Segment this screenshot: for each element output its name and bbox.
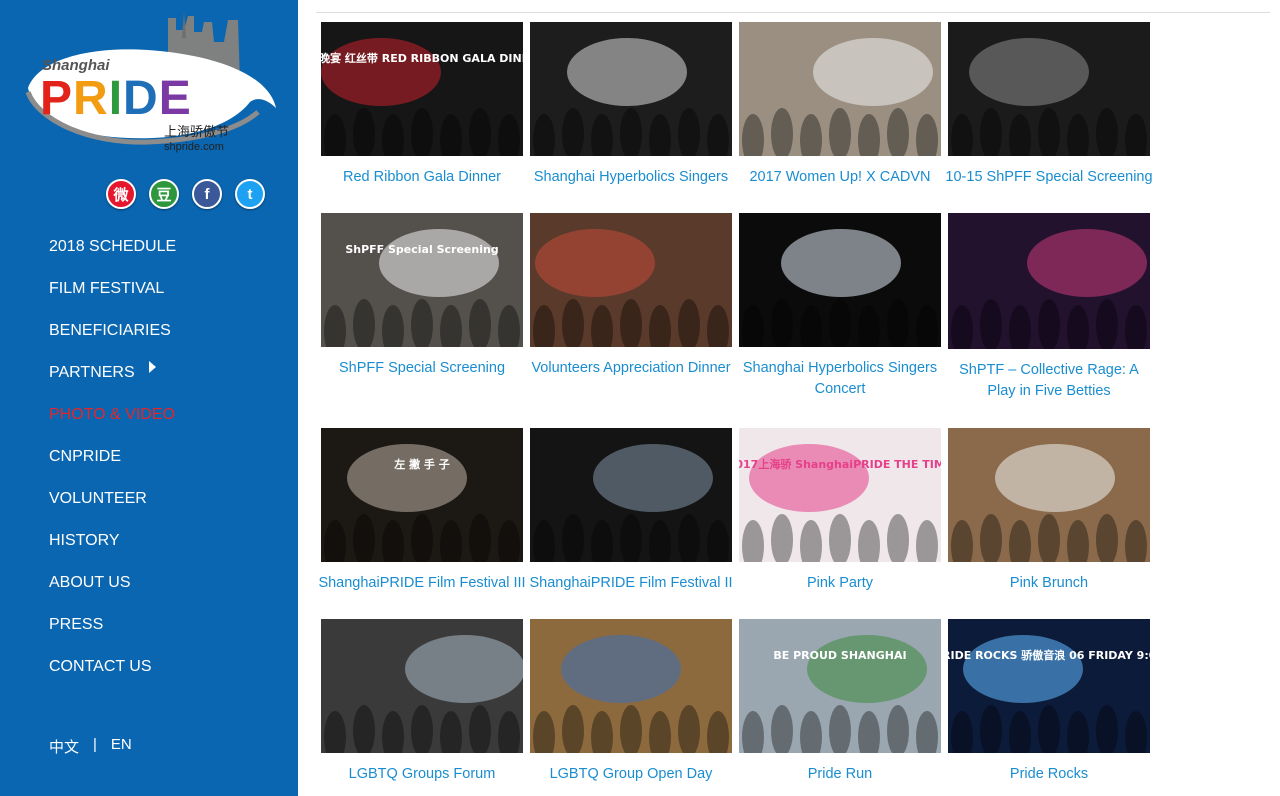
gallery-item[interactable]: PRIDE ROCKS 骄傲音浪 06 FRIDAY 9:00 Pride Roc… xyxy=(948,619,1150,785)
nav-item-label: CONTACT US xyxy=(49,658,152,675)
nav-item-cnpride[interactable]: CNPRIDE xyxy=(49,442,176,484)
gallery-thumbnail[interactable] xyxy=(530,619,732,753)
nav-item-label: 2018 SCHEDULE xyxy=(49,238,177,255)
gallery-item[interactable]: Shanghai Hyperbolics Singers Concert xyxy=(739,213,941,400)
gallery-item[interactable]: 2017 Women Up! X CADVN xyxy=(739,22,941,188)
gallery-thumbnail[interactable]: BE PROUD SHANGHAI xyxy=(739,619,941,753)
thumbnail-overlay-text: BE PROUD SHANGHAI xyxy=(773,649,906,662)
gallery-item[interactable]: 慈善晚宴 红丝带 RED RIBBON GALA DINNER Red Ribbo… xyxy=(321,22,523,188)
gallery-item[interactable]: LGBTQ Groups Forum xyxy=(321,619,523,785)
gallery-thumbnail[interactable]: ShPFF Special Screening xyxy=(321,213,523,347)
gallery-item[interactable]: ShPFF Special Screening ShPFF Special Scr… xyxy=(321,213,523,379)
nav-item-contact-us[interactable]: CONTACT US xyxy=(49,652,176,694)
gallery-item[interactable]: 10-15 ShPFF Special Screening xyxy=(945,22,1153,188)
nav-item-press[interactable]: PRESS xyxy=(49,610,176,652)
main-content: 慈善晚宴 红丝带 RED RIBBON GALA DINNER Red Ribbo… xyxy=(298,0,1280,796)
nav-item-about-us[interactable]: ABOUT US xyxy=(49,568,176,610)
gallery-thumbnail[interactable] xyxy=(530,22,732,156)
gallery-item[interactable]: ShPTF – Collective Rage: A Play in Five … xyxy=(948,213,1150,402)
nav-item-label: BENEFICIARIES xyxy=(49,322,171,339)
gallery-caption-link[interactable]: ShanghaiPRIDE Film Festival II xyxy=(524,573,738,594)
douban-icon[interactable]: 豆 xyxy=(149,179,179,209)
gallery-caption-link[interactable]: LGBTQ Group Open Day xyxy=(530,764,732,785)
gallery-item[interactable]: LGBTQ Group Open Day xyxy=(530,619,732,785)
gallery-item[interactable]: Shanghai Hyperbolics Singers xyxy=(530,22,732,188)
svg-text:上海骄傲节: 上海骄傲节 xyxy=(164,125,229,140)
gallery-caption-link[interactable]: Pink Party xyxy=(739,573,941,594)
gallery-thumbnail[interactable] xyxy=(321,619,523,753)
svg-text:shpride.com: shpride.com xyxy=(164,141,224,153)
svg-text:PRIDE: PRIDE xyxy=(40,72,192,125)
lang-zh-link[interactable]: 中文 xyxy=(49,736,79,757)
gallery-caption-link[interactable]: LGBTQ Groups Forum xyxy=(321,764,523,785)
gallery-caption-link[interactable]: Pride Run xyxy=(739,764,941,785)
gallery-item[interactable]: Pink Brunch xyxy=(948,428,1150,594)
gallery-caption-link[interactable]: ShanghaiPRIDE Film Festival III xyxy=(315,573,529,594)
gallery-thumbnail[interactable]: 慈善晚宴 红丝带 RED RIBBON GALA DINNER xyxy=(321,22,523,156)
nav-item-label: ABOUT US xyxy=(49,574,131,591)
gallery-caption-link[interactable]: Red Ribbon Gala Dinner xyxy=(321,167,523,188)
gallery-caption-link[interactable]: Shanghai Hyperbolics Singers xyxy=(530,167,732,188)
nav-item-label: FILM FESTIVAL xyxy=(49,280,165,297)
thumbnail-overlay-text: 2017上海骄 ShanghaiPRIDE THE TIME xyxy=(739,457,941,471)
facebook-icon[interactable]: f xyxy=(192,179,222,209)
gallery-caption-link[interactable]: ShPFF Special Screening xyxy=(321,358,523,379)
nav-item-label: PHOTO & VIDEO xyxy=(49,406,175,423)
social-links: 微豆ft xyxy=(106,179,265,209)
main-nav: 2018 SCHEDULE FILM FESTIVAL BENEFICIARIES P… xyxy=(49,232,176,694)
twitter-icon[interactable]: t xyxy=(235,179,265,209)
gallery-thumbnail[interactable] xyxy=(948,428,1150,562)
gallery-thumbnail[interactable] xyxy=(739,213,941,347)
divider xyxy=(316,12,1270,13)
gallery-caption-link[interactable]: Pride Rocks xyxy=(948,764,1150,785)
nav-item-volunteer[interactable]: VOLUNTEER xyxy=(49,484,176,526)
gallery-thumbnail[interactable] xyxy=(530,428,732,562)
site-logo[interactable]: Shanghai PRIDE 上海骄傲节 shpride.com xyxy=(18,12,280,160)
gallery-item[interactable]: 左 撇 手 子 ShanghaiPRIDE Film Festival III xyxy=(318,428,526,594)
gallery-item[interactable]: ShanghaiPRIDE Film Festival II xyxy=(529,428,733,594)
gallery-thumbnail[interactable] xyxy=(530,213,732,347)
gallery-caption-link[interactable]: Shanghai Hyperbolics Singers Concert xyxy=(739,358,941,400)
nav-item-photo-video[interactable]: PHOTO & VIDEO xyxy=(49,400,176,442)
submenu-arrow-icon[interactable] xyxy=(148,361,156,373)
nav-item-film-festival[interactable]: FILM FESTIVAL xyxy=(49,274,176,316)
gallery-thumbnail[interactable] xyxy=(948,213,1150,349)
gallery-caption-link[interactable]: ShPTF – Collective Rage: A Play in Five … xyxy=(948,360,1150,402)
gallery-thumbnail[interactable]: PRIDE ROCKS 骄傲音浪 06 FRIDAY 9:00 xyxy=(948,619,1150,753)
nav-item-beneficiaries[interactable]: BENEFICIARIES xyxy=(49,316,176,358)
gallery-caption-link[interactable]: Pink Brunch xyxy=(948,573,1150,594)
gallery-thumbnail[interactable] xyxy=(739,22,941,156)
nav-item-history[interactable]: HISTORY xyxy=(49,526,176,568)
gallery-caption-link[interactable]: Volunteers Appreciation Dinner xyxy=(526,358,736,379)
gallery-caption-link[interactable]: 2017 Women Up! X CADVN xyxy=(739,167,941,188)
nav-item-partners[interactable]: PARTNERS xyxy=(49,358,176,400)
gallery-item[interactable]: 2017上海骄 ShanghaiPRIDE THE TIME Pink Party xyxy=(739,428,941,594)
thumbnail-overlay-text: 左 撇 手 子 xyxy=(393,457,450,471)
language-switcher: 中文 | EN xyxy=(49,736,132,757)
gallery-thumbnail[interactable]: 2017上海骄 ShanghaiPRIDE THE TIME xyxy=(739,428,941,562)
lang-en-link[interactable]: EN xyxy=(111,736,132,757)
nav-item-label: PARTNERS xyxy=(49,364,135,381)
lang-separator: | xyxy=(93,736,97,753)
thumbnail-overlay-text: 慈善晚宴 红丝带 RED RIBBON GALA DINNER xyxy=(321,51,523,65)
weibo-icon[interactable]: 微 xyxy=(106,179,136,209)
nav-item-label: CNPRIDE xyxy=(49,448,122,465)
gallery-item[interactable]: BE PROUD SHANGHAI Pride Run xyxy=(739,619,941,785)
thumbnail-overlay-text: ShPFF Special Screening xyxy=(345,243,498,256)
nav-item-label: VOLUNTEER xyxy=(49,490,147,507)
nav-item-label: HISTORY xyxy=(49,532,120,549)
sidebar: Shanghai PRIDE 上海骄傲节 shpride.com 微豆ft 20… xyxy=(0,0,298,796)
gallery-item[interactable]: Volunteers Appreciation Dinner xyxy=(530,213,732,379)
gallery-caption-link[interactable]: 10-15 ShPFF Special Screening xyxy=(942,167,1156,188)
gallery-thumbnail[interactable]: 左 撇 手 子 xyxy=(321,428,523,562)
gallery-thumbnail[interactable] xyxy=(948,22,1150,156)
nav-item-label: PRESS xyxy=(49,616,104,633)
thumbnail-overlay-text: PRIDE ROCKS 骄傲音浪 06 FRIDAY 9:00 xyxy=(948,648,1150,662)
nav-item-2018-schedule[interactable]: 2018 SCHEDULE xyxy=(49,232,176,274)
